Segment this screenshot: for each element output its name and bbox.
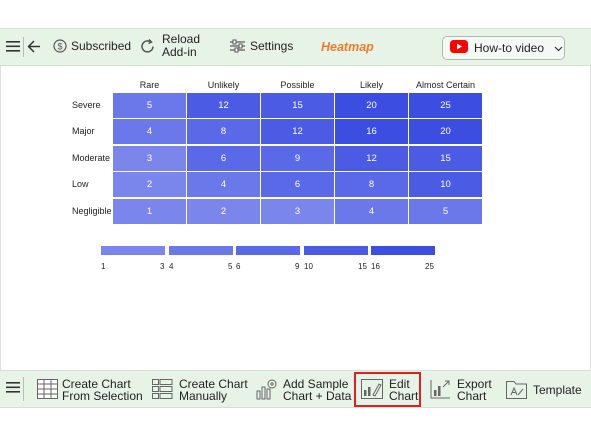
heatmap-cell: 8: [335, 172, 408, 197]
edit-chart-icon: [361, 378, 383, 401]
heatmap-cell: 15: [261, 93, 334, 118]
row-header: Moderate: [72, 153, 111, 163]
edit-chart-button[interactable]: Edit Chart: [354, 372, 421, 407]
row-header: Major: [72, 126, 95, 136]
reload-addin-button[interactable]: Reload Add-in: [139, 33, 200, 59]
chevron-down-icon: [554, 41, 563, 55]
reload-label-line2: Add-in: [162, 45, 197, 59]
heatmap-cell: 5: [113, 93, 186, 118]
heatmap-cell: 6: [261, 172, 334, 197]
row-header: Low: [72, 179, 89, 189]
howto-video-dropdown[interactable]: How-to video: [442, 36, 565, 60]
heatmap-cell: 4: [335, 199, 408, 224]
create-chart-manually-button[interactable]: Create Chart Manually: [152, 375, 248, 405]
svg-text:$: $: [57, 41, 62, 51]
legend-bar: [236, 246, 300, 255]
heatmap-cell: 16: [335, 119, 408, 144]
edit-line1: Edit: [389, 376, 410, 391]
heatmap-cell: 20: [335, 93, 408, 118]
row-header: Negligible: [72, 206, 112, 216]
heatmap-cell: 4: [113, 119, 186, 144]
youtube-icon: [450, 40, 468, 56]
legend-max-label: 5: [228, 262, 233, 271]
legend-max-label: 9: [295, 262, 300, 271]
heatmap-cell: 9: [261, 146, 334, 171]
heatmap-cell: 2: [113, 172, 186, 197]
toolbar-divider: [23, 37, 24, 57]
heatmap-cell: 12: [261, 119, 334, 144]
reload-icon: [139, 38, 156, 55]
settings-label: Settings: [250, 39, 294, 53]
legend-bar: [169, 246, 233, 255]
heatmap-cell: 10: [409, 172, 482, 197]
create-manual-line2: Manually: [179, 389, 228, 403]
subscribed-button[interactable]: $ Subscribed: [53, 39, 131, 53]
column-header: Rare: [139, 80, 160, 90]
create-selection-line2: From Selection: [62, 389, 143, 403]
subscribed-label: Subscribed: [71, 39, 132, 53]
grid-icon: [152, 379, 173, 401]
export-line2: Chart: [457, 389, 487, 403]
top-toolbar: $ Subscribed Reload Add-in Settings Heat…: [0, 28, 591, 66]
sample-line2: Chart + Data: [283, 389, 352, 403]
bottom-menu-icon[interactable]: [6, 381, 20, 394]
create-chart-from-selection-button[interactable]: Create Chart From Selection: [37, 375, 143, 405]
template-label: Template: [533, 383, 582, 397]
heatmap-cell: 3: [113, 146, 186, 171]
column-header: Unlikely: [207, 80, 240, 90]
bottom-divider: [23, 377, 24, 401]
column-header: Likely: [359, 80, 383, 90]
add-sample-chart-button[interactable]: Add Sample Chart + Data: [256, 375, 351, 405]
legend-min-label: 6: [236, 262, 241, 271]
legend-max-label: 3: [160, 262, 165, 271]
export-chart-icon: [430, 379, 451, 401]
heatmap-cell: 8: [187, 119, 260, 144]
legend-min-label: 1: [101, 262, 106, 271]
legend-min-label: 10: [304, 262, 313, 271]
app-title: Heatmap: [321, 40, 374, 54]
heatmap-cell: 12: [187, 93, 260, 118]
heatmap-cell: 25: [409, 93, 482, 118]
legend-bar: [371, 246, 435, 255]
heatmap-cell: 1: [113, 199, 186, 224]
heatmap-cell: 15: [409, 146, 482, 171]
template-button[interactable]: Template: [506, 375, 582, 405]
sample-chart-icon: [256, 379, 277, 402]
column-header: Almost Certain: [415, 80, 476, 90]
heatmap-cell: 20: [409, 119, 482, 144]
legend-bar: [101, 246, 165, 255]
template-icon: [506, 379, 527, 401]
export-chart-button[interactable]: Export Chart: [430, 375, 492, 405]
legend-bar: [304, 246, 368, 255]
heatmap-cell: 3: [261, 199, 334, 224]
heatmap-cell: 12: [335, 146, 408, 171]
column-header: Possible: [280, 80, 315, 90]
sliders-icon: [230, 39, 245, 53]
legend-min-label: 4: [169, 262, 174, 271]
bottom-toolbar: Create Chart From Selection Create Chart…: [0, 370, 591, 408]
row-header: Severe: [72, 100, 101, 110]
hamburger-menu-icon[interactable]: [6, 40, 20, 53]
back-arrow-icon[interactable]: [27, 40, 41, 53]
heatmap-cell: 2: [187, 199, 260, 224]
legend-max-label: 25: [425, 262, 434, 271]
heatmap-cell: 4: [187, 172, 260, 197]
legend-max-label: 15: [358, 262, 367, 271]
legend-min-label: 16: [371, 262, 380, 271]
heatmap-cell: 6: [187, 146, 260, 171]
dollar-circle-icon: $: [53, 39, 67, 53]
heatmap-cell: 5: [409, 199, 482, 224]
table-icon: [37, 379, 58, 401]
howto-label: How-to video: [474, 41, 545, 55]
edit-line2: Chart: [389, 388, 419, 403]
settings-button[interactable]: Settings: [230, 39, 293, 53]
